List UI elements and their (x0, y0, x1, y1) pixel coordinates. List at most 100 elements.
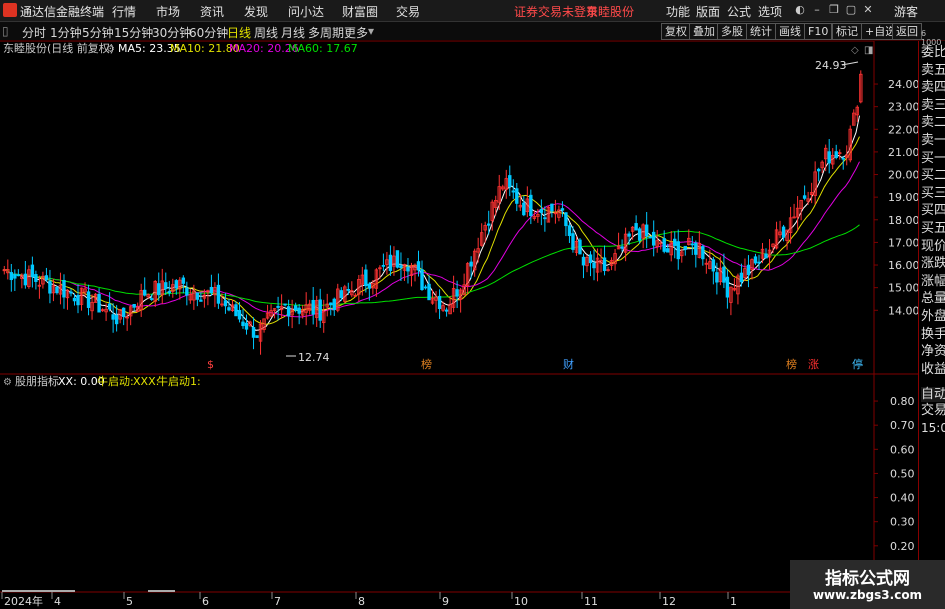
side-quote-item[interactable]: 卖一 (921, 133, 945, 148)
period-60min[interactable]: 60分钟 (189, 24, 228, 41)
candle-body (9, 272, 14, 281)
indicator-niu-label: 牛启动: (97, 374, 134, 388)
side-quote-item[interactable]: 总量 (921, 291, 945, 306)
statistics-button[interactable]: 统计 (746, 23, 776, 40)
candle-body (399, 265, 403, 269)
candle-body (121, 307, 126, 317)
y-tick-label: 15.00 (888, 282, 918, 295)
chart-title: 东睦股份(日线 前复权) (3, 41, 114, 55)
diamond-icon[interactable]: ◇ (851, 45, 859, 56)
close-icon[interactable]: ✕ (861, 3, 875, 17)
candle-body (690, 243, 694, 246)
menu-news[interactable]: 资讯 (200, 3, 224, 20)
side-quote-item[interactable]: 卖三 (921, 98, 945, 113)
period-30min[interactable]: 30分钟 (152, 24, 191, 41)
period-weekly[interactable]: 周线 (254, 24, 278, 41)
menu-ask-xiaoda[interactable]: 问小达 (288, 3, 324, 20)
side-quote-item[interactable]: 买五 (921, 221, 945, 236)
x-tick-label: 5 (126, 595, 133, 608)
menu-options[interactable]: 选项 (758, 3, 782, 20)
candle-body (648, 236, 652, 239)
period-monthly[interactable]: 月线 (281, 24, 305, 41)
candle-body (715, 272, 719, 283)
period-intraday[interactable]: 分时 (22, 24, 46, 41)
restore-icon[interactable]: ❐ (827, 3, 841, 17)
settings-gear-icon[interactable]: ⚙ (106, 44, 115, 55)
candle-body (701, 246, 705, 260)
x-tick-label: 1 (730, 595, 737, 608)
period-more[interactable]: 更多 (344, 24, 368, 41)
user-label[interactable]: 游客 (894, 3, 918, 20)
side-quote-item[interactable]: 外盘 (921, 309, 945, 324)
menu-trade[interactable]: 交易 (396, 3, 420, 20)
side-quote-item[interactable]: 换手 (921, 327, 945, 342)
indicator-gear-icon[interactable]: ⚙ (3, 377, 12, 388)
side-quote-item[interactable]: 收益 (921, 362, 945, 377)
period-daily[interactable]: 日线 (227, 24, 251, 41)
candle-body (637, 228, 642, 241)
menu-wealth-circle[interactable]: 财富圈 (342, 3, 378, 20)
menu-discover[interactable]: 发现 (244, 3, 268, 20)
watermark-url: www.zbgs3.com (812, 588, 923, 602)
menu-layout[interactable]: 版面 (696, 3, 720, 20)
f10-button[interactable]: F10 (804, 23, 833, 40)
event-marker-suspend[interactable]: 停 (852, 357, 863, 371)
event-marker-dividend[interactable]: $ (207, 358, 214, 371)
candle-body (181, 277, 186, 284)
candle-body (427, 283, 431, 301)
side-trade-tab[interactable]: 交易 (921, 403, 945, 418)
side-quote-item[interactable]: 涨幅 (921, 274, 945, 289)
side-time: 15:00 (921, 421, 945, 435)
side-quote-item[interactable]: 委比 (921, 45, 945, 60)
side-quote-item[interactable]: 卖二 (921, 115, 945, 130)
menu-quotes[interactable]: 行情 (112, 3, 136, 20)
side-quote-item[interactable]: 净资 (921, 344, 945, 359)
side-quote-item[interactable]: 涨跌 (921, 256, 945, 271)
candle-body (76, 295, 80, 306)
side-quote-item[interactable]: 现价 (921, 239, 945, 254)
skin-icon[interactable]: ◐ (793, 3, 807, 17)
side-quote-item[interactable]: 买一 (921, 151, 945, 166)
minimize-icon[interactable]: – (810, 3, 824, 17)
maximize-icon[interactable]: ▢ (844, 3, 858, 17)
panel-toggle-icon[interactable]: ◨ (864, 45, 873, 56)
side-quote-item[interactable]: 卖五 (921, 63, 945, 78)
chart-grid (0, 41, 918, 609)
indicator-y-tick-label: 0.40 (890, 492, 915, 505)
back-button[interactable]: 返回 (892, 23, 922, 40)
indicator-xxx-label: XXX: (133, 375, 159, 388)
candle-body (571, 233, 575, 250)
menu-function[interactable]: 功能 (666, 3, 690, 20)
event-marker-limit-up[interactable]: 涨 (808, 358, 819, 371)
menu-formula[interactable]: 公式 (727, 3, 751, 20)
event-marker-ranking[interactable]: 榜 (421, 357, 432, 371)
side-auto-tab[interactable]: 自动 (921, 387, 945, 402)
candle-body (753, 256, 758, 264)
draw-line-button[interactable]: 画线 (775, 23, 805, 40)
candle-body (588, 254, 593, 264)
kline-chart[interactable]: 东睦股份(日线 前复权) ⚙ MA5: 23.35 MA10: 21.80 MA… (0, 41, 918, 609)
menu-market[interactable]: 市场 (156, 3, 180, 20)
candle-body (255, 335, 259, 338)
period-5min[interactable]: 5分钟 (82, 24, 114, 41)
side-quote-item[interactable]: 买四 (921, 203, 945, 218)
period-15min[interactable]: 15分钟 (114, 24, 153, 41)
period-multi[interactable]: 多周期 (308, 24, 344, 41)
period-toolbar: ▯ 分时 1分钟 5分钟 15分钟 30分钟 60分钟 日线 周线 月线 多周期… (0, 22, 945, 41)
event-marker-finance[interactable]: 财 (563, 357, 574, 371)
overlay-button[interactable]: 叠加 (689, 23, 719, 40)
period-1min[interactable]: 1分钟 (50, 24, 82, 41)
candle-body (107, 303, 112, 310)
side-quote-item[interactable]: 卖四 (921, 80, 945, 95)
side-quote-item[interactable]: 买三 (921, 186, 945, 201)
adjust-button[interactable]: 复权 (661, 23, 691, 40)
candle-body (522, 202, 526, 216)
side-quote-item[interactable]: 买二 (921, 168, 945, 183)
toolbar-toggle-icon[interactable]: ▯ (2, 24, 9, 38)
more-dropdown-icon[interactable]: ▾ (368, 24, 374, 38)
candle-body (23, 273, 28, 286)
candle-body (420, 269, 424, 290)
event-marker-ranking-2[interactable]: 榜 (786, 357, 797, 371)
mark-button[interactable]: 标记 (832, 23, 862, 40)
multi-stock-button[interactable]: 多股 (717, 23, 747, 40)
